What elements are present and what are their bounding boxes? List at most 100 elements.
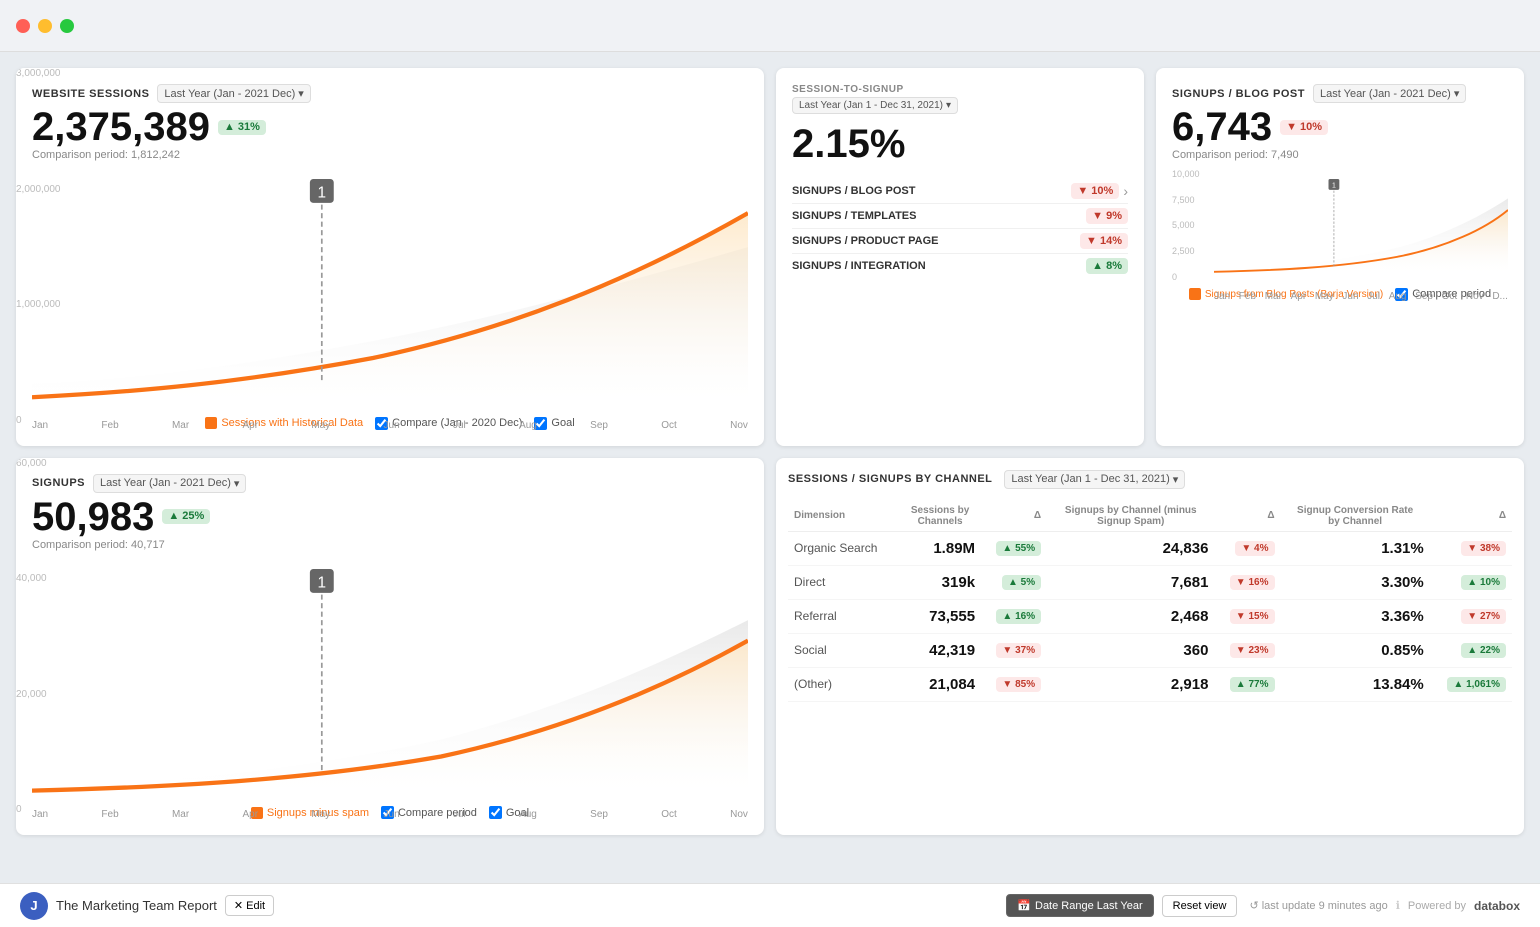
funnel-list: SIGNUPS / BLOG POST ▼ 10% › SIGNUPS / TE… <box>792 179 1128 278</box>
table-dropdown[interactable]: Last Year (Jan 1 - Dec 31, 2021) ▾ <box>1004 470 1185 489</box>
td-signups-delta: ▼ 15% <box>1214 599 1280 633</box>
blog-post-card: SIGNUPS / BLOG POST Last Year (Jan - 202… <box>1156 68 1524 446</box>
td-sessions-delta: ▼ 37% <box>981 633 1047 667</box>
sessions-by-channel-card: SESSIONS / SIGNUPS BY CHANNEL Last Year … <box>776 458 1524 836</box>
table-row: Social 42,319 ▼ 37% 360 ▼ 23% 0.85% ▲ 22… <box>788 633 1512 667</box>
reset-view-button[interactable]: Reset view <box>1162 895 1238 917</box>
conversion-dropdown[interactable]: Last Year (Jan 1 - Dec 31, 2021) ▾ <box>792 97 958 114</box>
td-signups-delta: ▲ 77% <box>1214 667 1280 701</box>
svg-text:1: 1 <box>1332 183 1336 190</box>
blog-post-title: SIGNUPS / BLOG POST <box>1172 88 1305 100</box>
website-sessions-svg: 1 <box>32 169 748 411</box>
table-header-row: Dimension Sessions byChannels Δ Signups … <box>788 501 1512 532</box>
last-update: ↺ last update 9 minutes ago <box>1249 899 1387 912</box>
td-signups: 2,468 <box>1047 599 1214 633</box>
td-signups: 24,836 <box>1047 531 1214 565</box>
conversion-rate-value: 2.15% <box>792 122 1128 167</box>
date-range-button[interactable]: 📅 Date Range Last Year <box>1006 894 1153 917</box>
website-sessions-x-labels: JanFebMar AprMayJun JulAugSep OctNov <box>32 420 748 431</box>
td-dimension: Social <box>788 633 899 667</box>
maximize-dot[interactable] <box>60 19 74 33</box>
td-convrate-delta: ▲ 1,061% <box>1430 667 1512 701</box>
signups-header: SIGNUPS Last Year (Jan - 2021 Dec) ▾ <box>32 474 748 493</box>
td-dimension: (Other) <box>788 667 899 701</box>
blog-post-value: 6,743 ▼ 10% <box>1172 107 1508 147</box>
col-signups-delta: Δ <box>1214 501 1280 532</box>
report-avatar: J <box>20 892 48 920</box>
bottom-bar-center: 📅 Date Range Last Year Reset view <box>1006 894 1237 917</box>
website-sessions-chart-container: 3,000,000 2,000,000 1,000,000 0 <box>32 169 748 411</box>
svg-text:1: 1 <box>318 185 327 202</box>
website-sessions-dropdown[interactable]: Last Year (Jan - 2021 Dec) ▾ <box>157 84 310 103</box>
channel-table: Dimension Sessions byChannels Δ Signups … <box>788 501 1512 702</box>
table-title: SESSIONS / SIGNUPS BY CHANNEL <box>788 473 992 485</box>
table-row: Organic Search 1.89M ▲ 55% 24,836 ▼ 4% 1… <box>788 531 1512 565</box>
blog-post-header: SIGNUPS / BLOG POST Last Year (Jan - 202… <box>1172 84 1508 103</box>
minimize-dot[interactable] <box>38 19 52 33</box>
funnel-product-badge: ▼ 14% <box>1080 233 1128 249</box>
signups-dropdown[interactable]: Last Year (Jan - 2021 Dec) ▾ <box>93 474 246 493</box>
td-sessions-delta: ▲ 5% <box>981 565 1047 599</box>
col-convrate-delta: Δ <box>1430 501 1512 532</box>
td-convrate: 0.85% <box>1281 633 1430 667</box>
top-right-area: SESSION-TO-SIGNUP Last Year (Jan 1 - Dec… <box>776 68 1524 446</box>
td-sessions-delta: ▼ 85% <box>981 667 1047 701</box>
td-dimension: Organic Search <box>788 531 899 565</box>
blog-post-chart-container: 10,000 7,500 5,000 2,500 0 1 <box>1172 169 1508 282</box>
td-dimension: Direct <box>788 565 899 599</box>
td-sessions: 319k <box>899 565 981 599</box>
table-row: Direct 319k ▲ 5% 7,681 ▼ 16% 3.30% ▲ 10% <box>788 565 1512 599</box>
td-signups-delta: ▼ 16% <box>1214 565 1280 599</box>
funnel-templates-badge: ▼ 9% <box>1086 208 1128 224</box>
col-sessions-delta: Δ <box>981 501 1047 532</box>
signups-chart: 1 JanFebMar AprMayJun JulAugSep OctNov <box>32 559 748 801</box>
signups-chart-container: 60,000 40,000 20,000 0 1 JanFebMar AprMa… <box>32 559 748 801</box>
signups-value: 50,983 ▲ 25% <box>32 497 748 537</box>
table-row: Referral 73,555 ▲ 16% 2,468 ▼ 15% 3.36% … <box>788 599 1512 633</box>
website-sessions-card: WEBSITE SESSIONS Last Year (Jan - 2021 D… <box>16 68 764 446</box>
title-bar <box>0 0 1540 52</box>
funnel-item-integration: SIGNUPS / INTEGRATION ▲ 8% <box>792 254 1128 278</box>
col-sessions: Sessions byChannels <box>899 501 981 532</box>
signup-funnel-card: SESSION-TO-SIGNUP Last Year (Jan 1 - Dec… <box>776 68 1144 446</box>
td-sessions: 73,555 <box>899 599 981 633</box>
td-signups: 2,918 <box>1047 667 1214 701</box>
signups-comparison: Comparison period: 40,717 <box>32 539 748 551</box>
td-signups: 360 <box>1047 633 1214 667</box>
funnel-blog-badge: ▼ 10% <box>1071 183 1119 199</box>
col-convrate: Signup Conversion Rateby Channel <box>1281 501 1430 532</box>
td-convrate: 3.36% <box>1281 599 1430 633</box>
td-convrate-delta: ▲ 22% <box>1430 633 1512 667</box>
website-sessions-value: 2,375,389 ▲ 31% <box>32 107 748 147</box>
edit-button[interactable]: ✕ Edit <box>225 895 274 916</box>
bottom-bar-right: ↺ last update 9 minutes ago ℹ Powered by… <box>1249 899 1520 913</box>
td-convrate: 13.84% <box>1281 667 1430 701</box>
td-convrate-delta: ▲ 10% <box>1430 565 1512 599</box>
col-dimension: Dimension <box>788 501 899 532</box>
bottom-bar: J The Marketing Team Report ✕ Edit 📅 Dat… <box>0 883 1540 927</box>
website-sessions-header: WEBSITE SESSIONS Last Year (Jan - 2021 D… <box>32 84 748 103</box>
table-header: SESSIONS / SIGNUPS BY CHANNEL Last Year … <box>788 470 1512 489</box>
session-to-signup-label: SESSION-TO-SIGNUP <box>792 84 1128 95</box>
funnel-item-blog: SIGNUPS / BLOG POST ▼ 10% › <box>792 179 1128 204</box>
blog-post-dropdown[interactable]: Last Year (Jan - 2021 Dec) ▾ <box>1313 84 1466 103</box>
signups-x-labels: JanFebMar AprMayJun JulAugSep OctNov <box>32 809 748 820</box>
dashboard: WEBSITE SESSIONS Last Year (Jan - 2021 D… <box>0 52 1540 851</box>
funnel-item-product: SIGNUPS / PRODUCT PAGE ▼ 14% <box>792 229 1128 254</box>
signups-svg: 1 <box>32 559 748 801</box>
svg-text:1: 1 <box>318 574 327 591</box>
blog-post-x-labels: JanFebMar AprMayJun JulAugSep OctNovD... <box>1214 291 1508 302</box>
blog-post-chart: 1 JanFebMar AprMayJun JulAugSep OctNovD.… <box>1214 169 1508 282</box>
report-name: The Marketing Team Report <box>56 898 217 913</box>
blog-post-svg: 1 <box>1214 169 1508 282</box>
td-sessions: 42,319 <box>899 633 981 667</box>
signups-badge: ▲ 25% <box>162 509 210 524</box>
td-convrate: 1.31% <box>1281 531 1430 565</box>
funnel-integration-badge: ▲ 8% <box>1086 258 1128 274</box>
website-sessions-chart: 1 JanFebMar AprMayJun JulAugSep OctNov <box>32 169 748 411</box>
close-dot[interactable] <box>16 19 30 33</box>
signups-card: SIGNUPS Last Year (Jan - 2021 Dec) ▾ 50,… <box>16 458 764 836</box>
td-convrate: 3.30% <box>1281 565 1430 599</box>
td-sessions: 1.89M <box>899 531 981 565</box>
td-dimension: Referral <box>788 599 899 633</box>
